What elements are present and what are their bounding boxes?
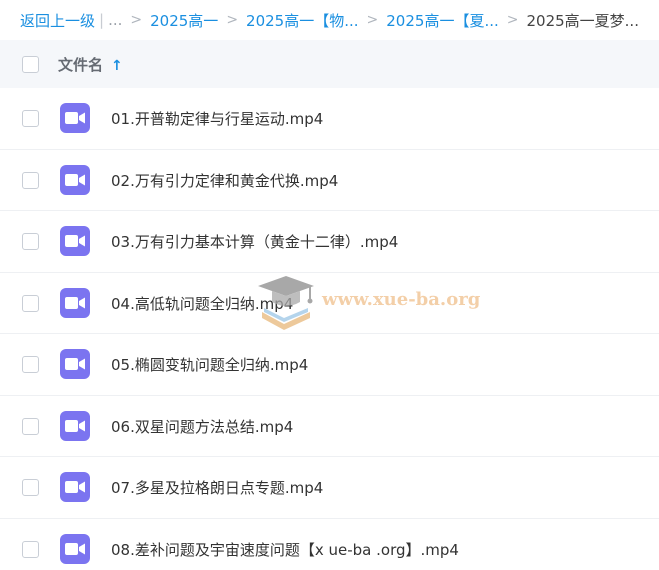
video-file-icon bbox=[60, 472, 90, 502]
file-name[interactable]: 04.高低轨问题全归纳.mp4 bbox=[111, 293, 293, 314]
chevron-right-icon: > bbox=[366, 12, 379, 28]
breadcrumb: 返回上一级 | ... > 2025高一 > 2025高一【物... > 202… bbox=[0, 0, 659, 40]
file-row[interactable]: 06.双星问题方法总结.mp4 bbox=[0, 396, 659, 457]
breadcrumb-item[interactable]: 2025高一 bbox=[150, 10, 218, 31]
chevron-right-icon: > bbox=[506, 12, 519, 28]
filename-column-label: 文件名 bbox=[58, 56, 104, 74]
row-checkbox[interactable] bbox=[22, 356, 39, 373]
row-checkbox[interactable] bbox=[22, 233, 39, 250]
row-checkbox[interactable] bbox=[22, 171, 39, 189]
video-file-icon bbox=[60, 226, 90, 256]
file-row[interactable]: 03.万有引力基本计算（黄金十二律）.mp4 bbox=[0, 211, 659, 273]
back-link[interactable]: 返回上一级 bbox=[20, 10, 95, 31]
file-name[interactable]: 02.万有引力定律和黄金代换.mp4 bbox=[111, 170, 338, 191]
file-row[interactable]: 08.差补问题及宇宙速度问题【x ue-ba .org】.mp4 bbox=[0, 519, 659, 570]
breadcrumb-item[interactable]: 2025高一【物... bbox=[246, 10, 358, 31]
file-name[interactable]: 08.差补问题及宇宙速度问题【x ue-ba .org】.mp4 bbox=[111, 539, 459, 560]
file-row[interactable]: 04.高低轨问题全归纳.mp4 bbox=[0, 273, 659, 334]
file-row[interactable]: 07.多星及拉格朗日点专题.mp4 bbox=[0, 457, 659, 519]
video-file-icon bbox=[60, 164, 90, 195]
file-row[interactable]: 01.开普勒定律与行星运动.mp4 bbox=[0, 88, 659, 150]
video-file-icon bbox=[60, 287, 90, 318]
row-checkbox[interactable] bbox=[22, 417, 39, 435]
file-row[interactable]: 02.万有引力定律和黄金代换.mp4 bbox=[0, 150, 659, 211]
breadcrumb-current: 2025高一夏梦... bbox=[526, 11, 639, 30]
file-name[interactable]: 05.椭圆变轨问题全归纳.mp4 bbox=[111, 354, 308, 375]
video-file-icon bbox=[60, 410, 90, 441]
table-header: 文件名 ↑ bbox=[0, 40, 659, 88]
select-all-checkbox[interactable] bbox=[22, 56, 39, 73]
row-checkbox[interactable] bbox=[22, 110, 39, 127]
row-checkbox[interactable] bbox=[22, 479, 39, 496]
chevron-right-icon: > bbox=[226, 12, 239, 28]
filename-column-header[interactable]: 文件名 ↑ bbox=[58, 54, 123, 75]
file-row[interactable]: 05.椭圆变轨问题全归纳.mp4 bbox=[0, 334, 659, 396]
sort-ascending-icon: ↑ bbox=[111, 58, 123, 74]
file-name[interactable]: 01.开普勒定律与行星运动.mp4 bbox=[111, 108, 323, 129]
video-file-icon bbox=[60, 349, 90, 379]
breadcrumb-ellipsis[interactable]: ... bbox=[108, 11, 122, 29]
file-name[interactable]: 07.多星及拉格朗日点专题.mp4 bbox=[111, 477, 323, 498]
file-list: 01.开普勒定律与行星运动.mp4 02.万有引力定律和黄金代换.mp4 03.… bbox=[0, 88, 659, 570]
file-browser: 返回上一级 | ... > 2025高一 > 2025高一【物... > 202… bbox=[0, 0, 659, 570]
breadcrumb-divider: | bbox=[99, 11, 105, 29]
breadcrumb-item[interactable]: 2025高一【夏... bbox=[386, 10, 498, 31]
row-checkbox[interactable] bbox=[22, 540, 39, 558]
chevron-right-icon: > bbox=[130, 12, 143, 28]
file-name[interactable]: 03.万有引力基本计算（黄金十二律）.mp4 bbox=[111, 231, 398, 252]
video-file-icon bbox=[60, 533, 90, 564]
file-name[interactable]: 06.双星问题方法总结.mp4 bbox=[111, 416, 293, 437]
video-file-icon bbox=[60, 103, 90, 133]
row-checkbox[interactable] bbox=[22, 294, 39, 312]
